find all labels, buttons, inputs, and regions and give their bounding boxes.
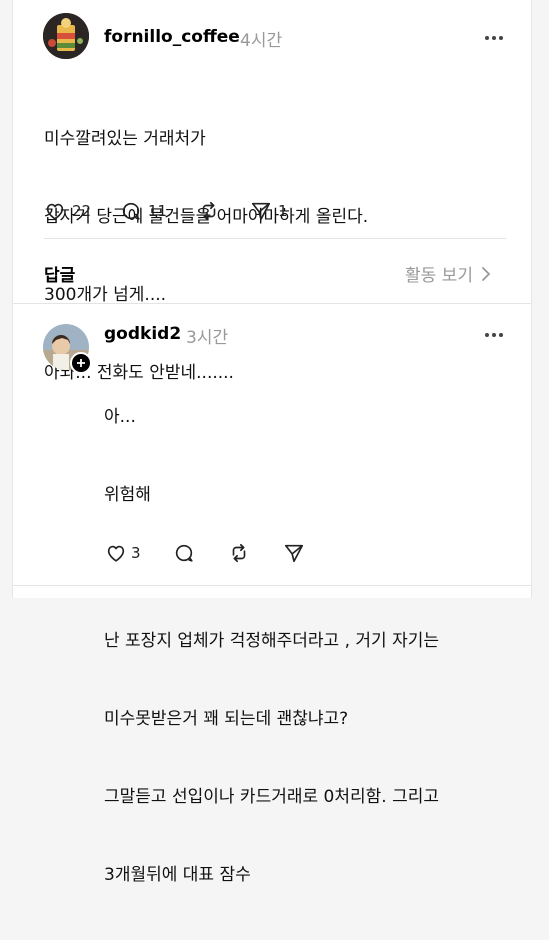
reply-line: 3개월뒤에 대표 잠수 [104, 865, 251, 885]
post-avatar[interactable] [43, 13, 89, 59]
reply-share-button[interactable] [283, 542, 305, 564]
reply-line: 미수못받은거 꽤 되는데 괜찮냐고? [104, 709, 349, 729]
reply-repost-button[interactable] [228, 542, 250, 564]
reply-comment-button[interactable] [173, 542, 195, 564]
post-time[interactable]: 4시간 [240, 26, 282, 51]
reply-body: 아... 위험해 난 포장지 업체가 걱정해주더라고 , 거기 자기는 미수못받… [104, 352, 439, 940]
reply-time[interactable]: 3시간 [186, 323, 228, 348]
send-icon [284, 544, 304, 563]
post-like-button[interactable]: 22 [44, 200, 91, 222]
follow-plus-icon[interactable] [70, 352, 92, 374]
replies-title: 답글 [44, 266, 76, 286]
reply-line: 난 포장지 업체가 걱정해주더라고 , 거기 자기는 [104, 631, 439, 651]
activity-link[interactable]: 활동 보기 [405, 261, 493, 286]
send-icon [251, 202, 271, 221]
thread-card: fornillo_coffee 4시간 미수깔려있는 거래처가 갑자기 당근에 … [12, 0, 532, 885]
post-share-button[interactable]: 1 [250, 200, 288, 222]
activity-label: 활동 보기 [405, 266, 473, 286]
divider [44, 238, 506, 239]
section-divider [13, 303, 531, 304]
reply-line [104, 560, 439, 576]
post-more-icon[interactable] [485, 35, 503, 41]
chevron-right-icon [482, 266, 491, 281]
reply-like-button[interactable]: 3 [105, 542, 141, 564]
post-share-count: 1 [278, 202, 288, 220]
reply-username[interactable]: godkid2 [104, 324, 181, 344]
post-line: 300개가 넘게.... [44, 285, 167, 305]
post-comment-count: 11 [148, 202, 168, 220]
post-repost-button[interactable] [198, 200, 220, 222]
reply-line: 그말듣고 선입이나 카드거래로 0처리함. 그리고 [104, 787, 439, 807]
reply-like-count: 3 [131, 544, 141, 562]
repost-icon [232, 543, 246, 563]
comment-icon [122, 202, 140, 220]
reply-line: 위험해 [104, 485, 151, 505]
reply-more-icon[interactable] [485, 332, 503, 338]
post-line: 미수깔려있는 거래처가 [44, 129, 206, 149]
heart-icon [46, 203, 64, 220]
reply-line: 아... [104, 407, 136, 427]
post-username[interactable]: fornillo_coffee [104, 27, 240, 47]
comment-icon [175, 544, 193, 562]
heart-icon [107, 545, 125, 562]
bottom-divider [13, 585, 531, 586]
repost-icon [202, 201, 216, 221]
post-like-count: 22 [72, 202, 92, 220]
post-comment-button[interactable]: 11 [120, 200, 167, 222]
